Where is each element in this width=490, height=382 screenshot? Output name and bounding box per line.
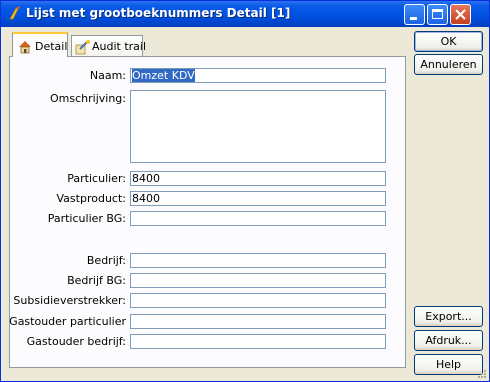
dialog-window: Lijst met grootboeknummers Detail [1] De… [0, 0, 490, 382]
maximize-button[interactable] [427, 4, 448, 25]
title-bar[interactable]: Lijst met grootboeknummers Detail [1] [1, 1, 489, 27]
naam-value: Omzet KDV [132, 69, 195, 82]
cancel-button[interactable]: Annuleren [414, 54, 483, 75]
gastouder-bedrijf-input[interactable] [130, 334, 386, 349]
naam-input[interactable]: Omzet KDV [130, 68, 386, 83]
export-button[interactable]: Export... [414, 306, 483, 327]
app-icon [9, 6, 20, 20]
help-button[interactable]: Help [414, 354, 483, 375]
close-button[interactable] [450, 4, 471, 25]
bedrijf-input[interactable] [130, 253, 386, 268]
maximize-icon [432, 9, 443, 19]
omschrijving-textarea[interactable] [130, 90, 386, 163]
vastproduct-input[interactable]: 8400 [130, 191, 386, 206]
bedrijf-bg-input[interactable] [130, 273, 386, 288]
tab-audit-trail[interactable]: Audit trail [71, 35, 147, 57]
tab-audit-trail-label: Audit trail [92, 40, 147, 53]
particulier-bg-input[interactable] [130, 211, 386, 226]
ok-button[interactable]: OK [414, 31, 483, 52]
house-icon [19, 41, 31, 54]
minimize-icon [410, 17, 417, 20]
resize-grip-icon[interactable] [475, 367, 487, 379]
close-icon [455, 9, 466, 20]
print-button[interactable]: Afdruk... [414, 330, 483, 351]
window-title: Lijst met grootboeknummers Detail [1] [26, 6, 291, 20]
subsidieverstrekker-input[interactable] [130, 293, 386, 308]
tab-detail[interactable]: Detail [12, 32, 68, 57]
minimize-button[interactable] [404, 4, 425, 25]
gastouder-particulier-input[interactable] [130, 314, 386, 329]
tab-detail-label: Detail [35, 40, 68, 53]
particulier-input[interactable]: 8400 [130, 171, 386, 186]
key-audit-icon [75, 40, 90, 55]
